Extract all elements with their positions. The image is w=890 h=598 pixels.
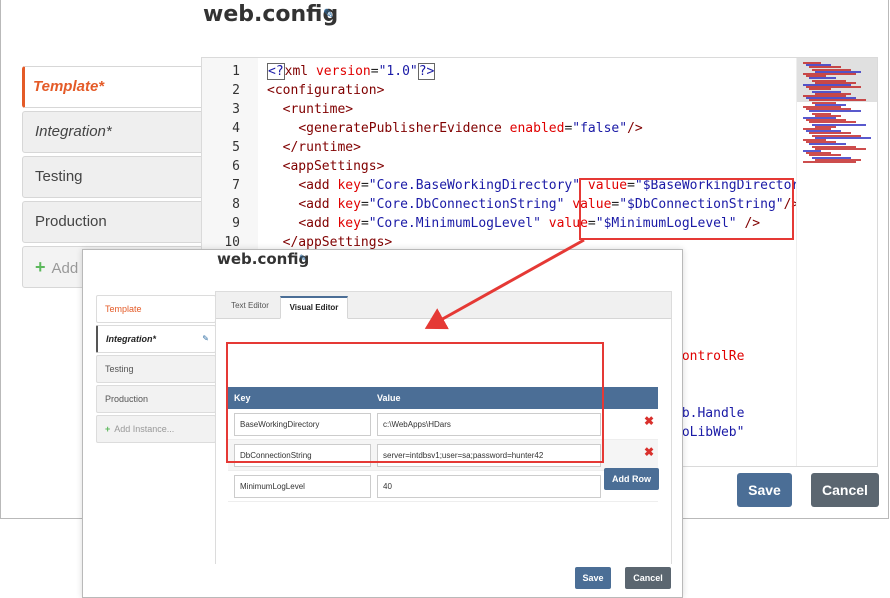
code-minimap[interactable] bbox=[796, 58, 877, 466]
cancel-button[interactable]: Cancel bbox=[625, 567, 671, 589]
sidebar-item-label: Integration* bbox=[106, 334, 157, 344]
minimap-line bbox=[815, 147, 866, 150]
code-text: <configuration> bbox=[267, 83, 385, 98]
sidebar-item-integration[interactable]: Integration* ✎ bbox=[96, 325, 216, 353]
tab-text-editor[interactable]: Text Editor bbox=[218, 296, 282, 319]
plus-icon: + bbox=[35, 257, 46, 277]
editor-tabs: Text Editor Visual Editor bbox=[216, 292, 671, 319]
delete-row-icon[interactable]: ✖ bbox=[644, 445, 654, 459]
line-number: 4 bbox=[232, 121, 240, 136]
sidebar-item-template[interactable]: Template* bbox=[22, 66, 222, 108]
delete-row-icon[interactable]: ✖ bbox=[644, 414, 654, 428]
line-number: 3 bbox=[232, 102, 240, 117]
code-text: <appSettings> bbox=[282, 159, 385, 174]
sidebar-item-template[interactable]: Template bbox=[96, 295, 216, 323]
code-text: </runtime> bbox=[282, 140, 361, 155]
code-text: <runtime> bbox=[282, 102, 354, 117]
plus-icon: + bbox=[105, 424, 111, 434]
line-number: 1 bbox=[232, 64, 240, 79]
edit-title-icon[interactable]: ✎ bbox=[299, 253, 307, 264]
line-number: 2 bbox=[232, 83, 240, 98]
line-number: 6 bbox=[232, 159, 240, 174]
code-text: <generatePublisherEvidence enabled="fals… bbox=[298, 121, 643, 136]
line-number: 7 bbox=[232, 178, 240, 193]
value-input[interactable]: 40 bbox=[377, 475, 601, 498]
minimap-line bbox=[803, 161, 856, 163]
cancel-button[interactable]: Cancel bbox=[811, 473, 879, 507]
highlight-box-table bbox=[226, 342, 604, 463]
tab-visual-editor[interactable]: Visual Editor bbox=[280, 296, 348, 319]
code-text: <?xml version="1.0"?> bbox=[267, 63, 436, 80]
instance-sidebar: Template Integration* ✎ Testing Productio… bbox=[96, 295, 216, 445]
add-instance-button[interactable]: + Add Instance... bbox=[96, 415, 216, 443]
add-row-button[interactable]: Add Row bbox=[604, 468, 659, 490]
highlight-box-code bbox=[579, 178, 794, 240]
sidebar-item-production[interactable]: Production bbox=[22, 201, 222, 243]
sidebar-item-production[interactable]: Production bbox=[96, 385, 216, 413]
sidebar-item-testing[interactable]: Testing bbox=[96, 355, 216, 383]
key-input[interactable]: MinimumLogLevel bbox=[234, 475, 371, 498]
sidebar-item-integration[interactable]: Integration* bbox=[22, 111, 222, 153]
save-button[interactable]: Save bbox=[575, 567, 611, 589]
page-title: web.config bbox=[203, 2, 339, 27]
line-number: 8 bbox=[232, 197, 240, 212]
add-instance-label: Add Instance... bbox=[114, 424, 175, 434]
sidebar-item-testing[interactable]: Testing bbox=[22, 156, 222, 198]
line-number: 5 bbox=[232, 140, 240, 155]
edit-icon[interactable]: ✎ bbox=[202, 326, 209, 352]
add-instance-label: Add bbox=[51, 260, 79, 277]
page-title: web.config bbox=[217, 250, 310, 268]
line-number: 9 bbox=[232, 216, 240, 231]
table-row: MinimumLogLevel 40 ✖ bbox=[228, 471, 658, 502]
edit-title-icon[interactable]: ✎ bbox=[323, 6, 334, 22]
save-button[interactable]: Save bbox=[737, 473, 792, 507]
